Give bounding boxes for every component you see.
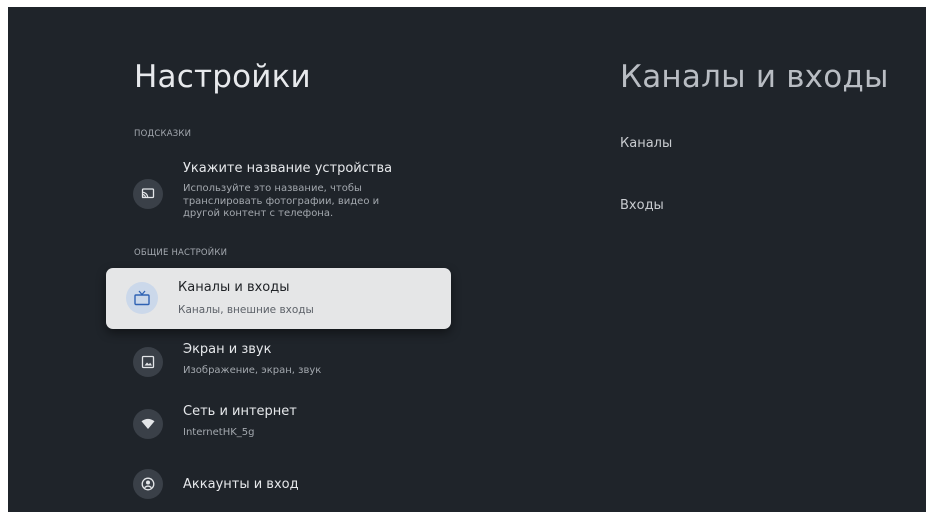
section-label-hints: ПОДСКАЗКИ — [134, 129, 192, 139]
tv-icon — [126, 282, 158, 314]
device-name-title: Укажите название устройства — [183, 161, 393, 176]
settings-screen: Настройки ПОДСКАЗКИ Укажите название уст… — [8, 7, 926, 512]
network-title: Сеть и интернет — [183, 404, 297, 419]
channels-inputs-title: Каналы и входы — [178, 280, 290, 295]
detail-item-channels[interactable]: Каналы — [620, 136, 672, 151]
cast-icon — [133, 179, 163, 209]
network-item[interactable]: Сеть и интернет InternetHK_5g — [126, 403, 466, 448]
display-sound-subtitle: Изображение, экран, звук — [183, 365, 322, 376]
section-label-general: ОБЩИЕ НАСТРОЙКИ — [134, 248, 228, 258]
display-sound-item[interactable]: Экран и звук Изображение, экран, звук — [126, 341, 466, 386]
image-icon — [133, 347, 163, 377]
network-subtitle: InternetHK_5g — [183, 427, 255, 438]
detail-item-inputs[interactable]: Входы — [620, 198, 664, 213]
accounts-title: Аккаунты и вход — [183, 477, 299, 492]
account-icon — [133, 469, 163, 499]
accounts-item[interactable]: Аккаунты и вход — [126, 467, 466, 507]
page-title: Настройки — [134, 59, 311, 95]
wifi-icon — [133, 409, 163, 439]
device-name-subtitle: Используйте это название, чтобы транслир… — [183, 183, 380, 219]
channels-inputs-item[interactable]: Каналы и входы Каналы, внешние входы — [106, 268, 451, 329]
display-sound-title: Экран и звук — [183, 342, 272, 357]
detail-title: Каналы и входы — [620, 59, 889, 95]
channels-inputs-subtitle: Каналы, внешние входы — [178, 304, 314, 316]
device-name-item[interactable]: Укажите название устройства Используйте … — [126, 161, 466, 231]
